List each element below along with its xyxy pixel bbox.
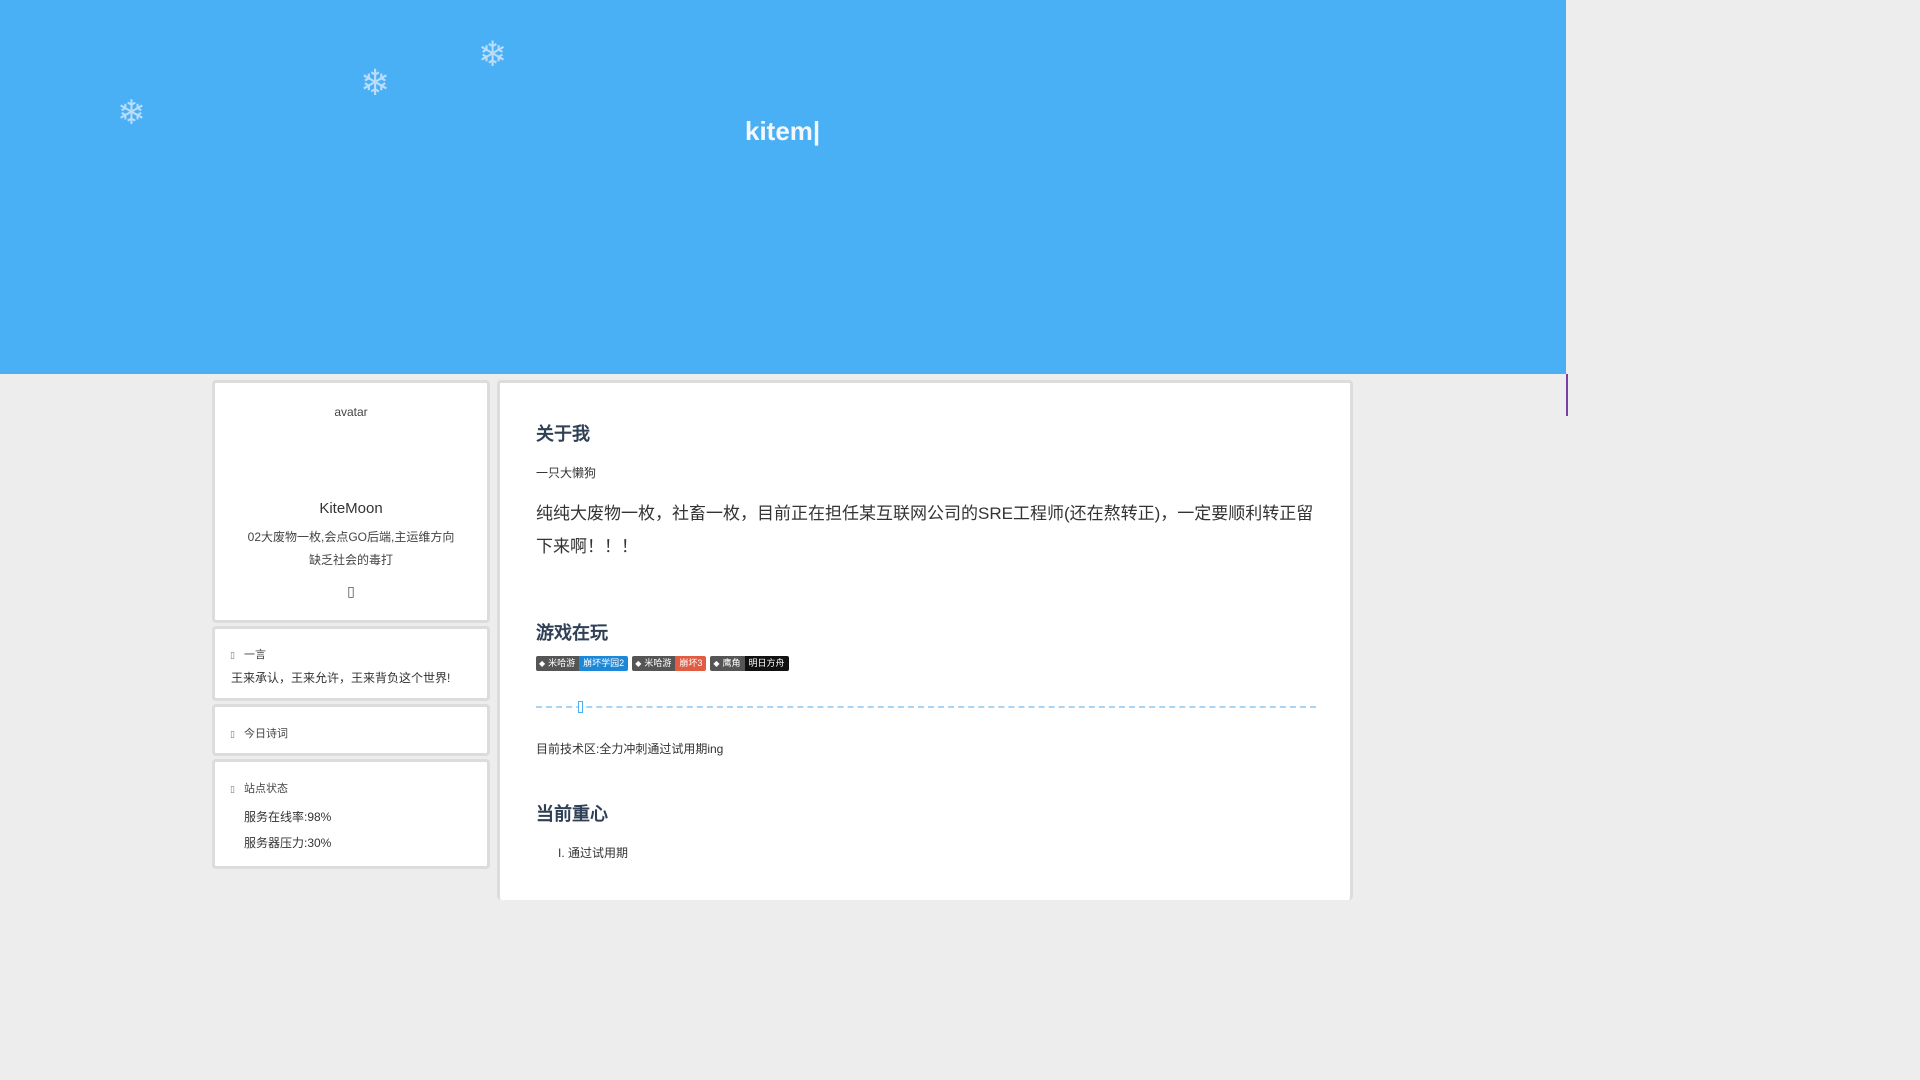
avatar[interactable]: avatar (215, 405, 487, 419)
game-badge[interactable]: ◆ 鹰角 明日方舟 (710, 656, 789, 671)
badge-game: 崩坏学园2 (579, 656, 629, 671)
scrollbar-thumb[interactable] (1566, 374, 1568, 416)
widget-title-label: 站点状态 (244, 783, 288, 795)
divider-marker (578, 701, 583, 713)
hitokoto-text: 王来承认，王来允许，王来背负这个世界! (231, 671, 451, 685)
widget-title-label: 一言 (244, 649, 266, 661)
status-icon: ▯ (230, 784, 235, 794)
bio-line: 02大废物一枚,会点GO后端,主运维方向 (247, 530, 455, 544)
badge-publisher: 鹰角 (722, 658, 741, 668)
social-icon[interactable]: ▯ (215, 583, 487, 600)
game-badge[interactable]: ◆ 米哈游 崩坏学园2 (536, 656, 629, 671)
quote-icon: ▯ (230, 650, 235, 660)
game-badge[interactable]: ◆ 米哈游 崩坏3 (632, 656, 707, 671)
poem-widget: ▯ 今日诗词 (212, 704, 490, 756)
poem-icon: ▯ (230, 729, 235, 739)
about-subtitle: 一只大懒狗 (536, 466, 597, 480)
widget-title: ▯ 今日诗词 (230, 725, 288, 741)
profile-card: avatar KiteMoon 02大废物一枚,会点GO后端,主运维方向 缺乏社… (212, 380, 490, 623)
badge-publisher: 米哈游 (548, 658, 576, 668)
android-icon: ◆ (539, 659, 546, 668)
about-paragraph: 纯纯大废物一枚，社畜一枚，目前正在担任某互联网公司的SRE工程师(还在熬转正)，… (536, 504, 1314, 556)
about-heading: 关于我 (536, 424, 590, 445)
widget-title-label: 今日诗词 (244, 728, 288, 740)
load-text: 服务器压力:30% (244, 836, 332, 850)
site-status-widget: ▯ 站点状态 服务在线率:98% 服务器压力:30% (212, 759, 490, 869)
bio-line: 缺乏社会的毒打 (308, 553, 393, 567)
android-icon: ◆ (635, 659, 642, 668)
games-heading: 游戏在玩 (536, 623, 608, 644)
snowflake-icon: ❄ (117, 93, 146, 133)
list-item: I. 通过试用期 (558, 846, 629, 860)
badge-game: 崩坏3 (675, 656, 707, 671)
tech-text: 目前技术区:全力冲刺通过试用期ing (536, 742, 724, 756)
author-name: KiteMoon (319, 500, 383, 517)
header-banner: ❄ ❄ ❄ kitem| (0, 0, 1566, 374)
game-badges: ◆ 米哈游 崩坏学园2 ◆ 米哈游 崩坏3 ◆ 鹰角 明日方舟 (536, 656, 789, 671)
snowflake-icon: ❄ (360, 63, 391, 104)
badge-publisher: 米哈游 (644, 658, 672, 668)
uptime-text: 服务在线率:98% (244, 810, 332, 824)
main-content: 关于我 一只大懒狗 纯纯大废物一枚，社畜一枚，目前正在担任某互联网公司的SRE工… (497, 380, 1353, 900)
widget-title: ▯ 站点状态 (230, 780, 288, 796)
badge-game: 明日方舟 (744, 656, 789, 671)
dashed-divider (536, 706, 1316, 708)
site-title: kitem| (745, 116, 821, 146)
author-bio: 02大废物一枚,会点GO后端,主运维方向 缺乏社会的毒打 (215, 526, 487, 572)
snowflake-icon: ❄ (478, 35, 508, 75)
hitokoto-widget: ▯ 一言 王来承认，王来允许，王来背负这个世界! (212, 626, 490, 701)
widget-title: ▯ 一言 (230, 646, 266, 662)
android-icon: ◆ (713, 659, 720, 668)
focus-heading: 当前重心 (536, 804, 608, 825)
